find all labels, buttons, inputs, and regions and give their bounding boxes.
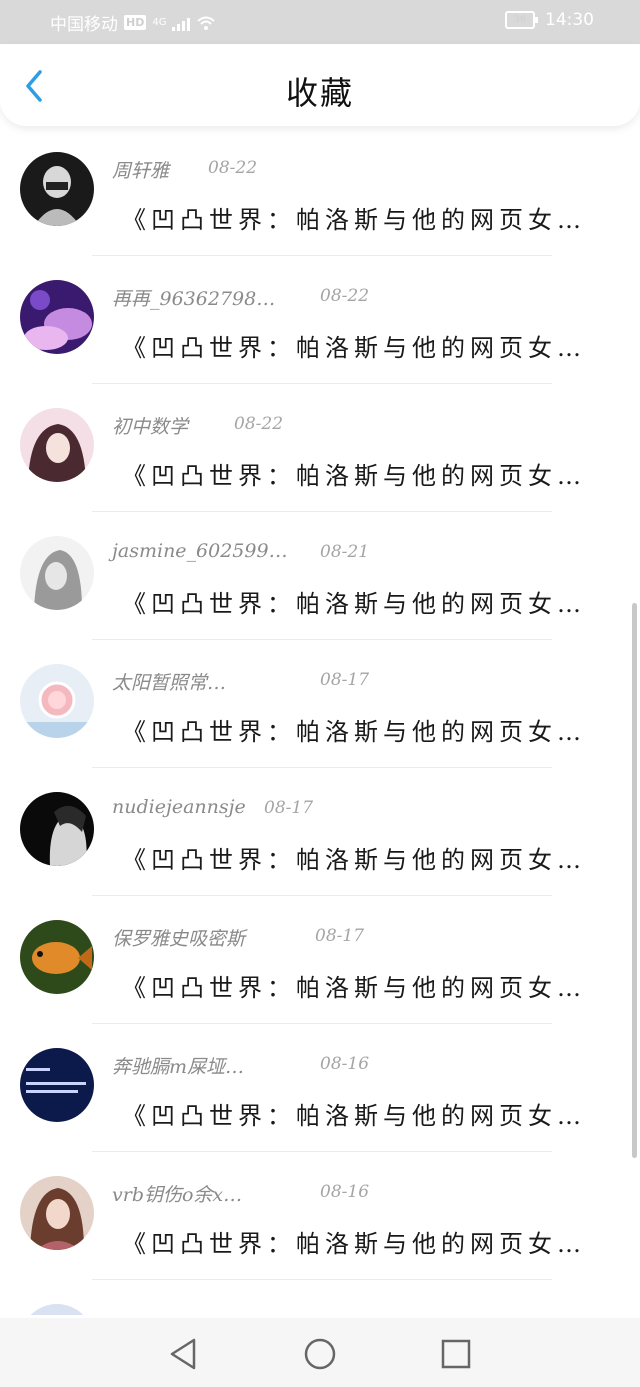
post-title[interactable]: 《凹凸世界：帕洛斯与他的网页女… [122, 840, 612, 875]
name-row: 再再_96362798… 08-22 [112, 284, 412, 312]
post-date: 08-22 [320, 286, 370, 306]
list-item[interactable]: jasmine_602599… 08-21 《凹凸世界：帕洛斯与他的网页女… [0, 512, 640, 640]
header: 收藏 [0, 44, 640, 126]
user-name: 初中数学 [112, 416, 189, 438]
post-title[interactable]: 《凹凸世界：帕洛斯与他的网页女… [122, 456, 612, 491]
user-name: jasmine_602599… [112, 540, 288, 562]
triangle-back-icon [170, 1338, 196, 1370]
post-date: 08-21 [320, 542, 370, 562]
name-row: 初中数学 08-22 [112, 412, 412, 440]
avatar[interactable] [20, 280, 94, 354]
list-item[interactable]: vrb钥伤o余x… 08-16 《凹凸世界：帕洛斯与他的网页女… [0, 1152, 640, 1280]
post-date: 08-17 [320, 670, 370, 690]
post-title[interactable]: 《凹凸世界：帕洛斯与他的网页女… [122, 1096, 612, 1131]
circle-home-icon [304, 1338, 336, 1370]
post-date: 08-16 [320, 1182, 370, 1202]
avatar[interactable] [20, 408, 94, 482]
avatar[interactable] [20, 536, 94, 610]
list-item[interactable]: 奔驰膈m屎垭… 08-16 《凹凸世界：帕洛斯与他的网页女… [0, 1024, 640, 1152]
name-row: 周轩雅 08-22 [112, 156, 412, 184]
post-title[interactable]: 《凹凸世界：帕洛斯与他的网页女… [122, 1224, 612, 1259]
post-title[interactable]: 《凹凸世界：帕洛斯与他的网页女… [122, 200, 612, 235]
post-date: 08-17 [315, 926, 365, 946]
user-name: nudiejeannsje [112, 796, 246, 818]
hd-badge: HD [124, 15, 147, 30]
avatar[interactable] [20, 1304, 94, 1315]
avatar[interactable] [20, 1176, 94, 1250]
square-recent-icon [441, 1339, 471, 1369]
user-name: vrb钥伤o余x… [112, 1184, 243, 1206]
post-date: 08-16 [320, 1054, 370, 1074]
user-name: 保罗雅史吸密斯 [112, 928, 246, 950]
avatar[interactable] [20, 664, 94, 738]
avatar[interactable] [20, 152, 94, 226]
list-item[interactable]: 保罗雅史吸密斯 08-17 《凹凸世界：帕洛斯与他的网页女… [0, 896, 640, 1024]
carrier-label: 中国移动 [50, 15, 118, 35]
post-title[interactable]: 《凹凸世界：帕洛斯与他的网页女… [122, 712, 612, 747]
status-right: 36 14:30 [505, 10, 594, 30]
user-name: 奔驰膈m屎垭… [112, 1056, 245, 1078]
page-title: 收藏 [285, 74, 354, 112]
nav-home-button[interactable] [300, 1334, 340, 1374]
name-row: 太阳暂照常… 08-17 [112, 668, 412, 696]
battery-level: 36 [514, 15, 526, 25]
system-nav-bar [0, 1318, 640, 1387]
network-label: 4G [152, 17, 167, 28]
avatar[interactable] [20, 920, 94, 994]
post-title[interactable]: 《凹凸世界：帕洛斯与他的网页女… [122, 968, 612, 1003]
list-item[interactable]: 太阳暂照常… 08-17 《凹凸世界：帕洛斯与他的网页女… [0, 640, 640, 768]
list-item[interactable]: nudiejeannsje 08-17 《凹凸世界：帕洛斯与他的网页女… [0, 768, 640, 896]
name-row: vrb钥伤o余x… 08-16 [112, 1180, 412, 1208]
user-name: 周轩雅 [112, 160, 170, 182]
user-name: 太阳暂照常… [112, 672, 227, 694]
post-title[interactable]: 《凹凸世界：帕洛斯与他的网页女… [122, 328, 612, 363]
signal-icon [172, 15, 191, 31]
name-row: 奔驰膈m屎垭… 08-16 [112, 1052, 412, 1080]
post-date: 08-17 [264, 798, 314, 818]
post-date: 08-22 [234, 414, 284, 434]
name-row: jasmine_602599… 08-21 [112, 540, 412, 568]
wifi-icon [197, 16, 216, 30]
clock: 14:30 [545, 10, 594, 30]
scrollbar[interactable] [632, 603, 637, 1158]
post-date: 08-22 [208, 158, 258, 178]
status-bar: 中国移动 HD 4G 36 14:30 [0, 0, 640, 44]
name-row: nudiejeannsje 08-17 [112, 796, 412, 824]
avatar[interactable] [20, 792, 94, 866]
status-left: 中国移动 HD 4G [50, 10, 216, 35]
name-row: 保罗雅史吸密斯 08-17 [112, 924, 412, 952]
favorites-list: 周轩雅 08-22 《凹凸世界：帕洛斯与他的网页女… 再再_96362798… … [0, 128, 640, 1315]
list-item[interactable]: 再再_96362798… 08-22 《凹凸世界：帕洛斯与他的网页女… [0, 256, 640, 384]
list-item[interactable]: 初中数学 08-22 《凹凸世界：帕洛斯与他的网页女… [0, 384, 640, 512]
post-title[interactable]: 《凹凸世界：帕洛斯与他的网页女… [122, 584, 612, 619]
list-item-partial[interactable] [0, 1280, 640, 1315]
user-name: 再再_96362798… [112, 288, 276, 310]
avatar[interactable] [20, 1048, 94, 1122]
list-item[interactable]: 周轩雅 08-22 《凹凸世界：帕洛斯与他的网页女… [0, 128, 640, 256]
nav-recent-button[interactable] [436, 1334, 476, 1374]
nav-back-button[interactable] [164, 1334, 204, 1374]
battery-icon: 36 [505, 11, 538, 29]
